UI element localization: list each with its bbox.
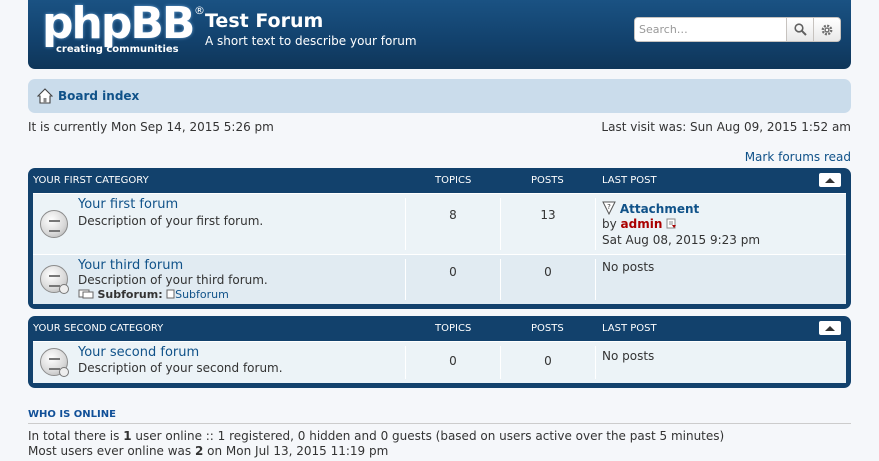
column-separator (595, 259, 596, 300)
search-box (634, 17, 841, 42)
category-title[interactable]: YOUR SECOND CATEGORY (33, 323, 163, 334)
navbar: Board index (28, 79, 851, 113)
posts-count: 0 (544, 354, 552, 368)
col-header-last-post: LAST POST (602, 175, 657, 186)
search-button[interactable] (786, 18, 813, 41)
topics-count: 0 (449, 354, 457, 368)
column-separator (595, 198, 596, 250)
site-title: Test Forum (205, 10, 324, 32)
category-header: YOUR FIRST CATEGORY TOPICS POSTS LAST PO… (33, 168, 846, 193)
online-total: In total there is 1 user online :: 1 reg… (28, 429, 724, 443)
last-post-author-link[interactable]: admin (621, 217, 663, 231)
subforum-link[interactable]: Subforum (175, 288, 229, 301)
svg-text:?: ? (607, 203, 611, 211)
forum-description: Description of your second forum. (78, 361, 283, 375)
online-record-prefix: Most users ever online was (28, 444, 195, 458)
last-post-topic-link[interactable]: Attachment (620, 202, 699, 216)
subforum-folder-icon (78, 289, 94, 299)
forum-title-link[interactable]: Your second forum (78, 345, 199, 360)
category-second: YOUR SECOND CATEGORY TOPICS POSTS LAST P… (28, 316, 851, 388)
category-first: YOUR FIRST CATEGORY TOPICS POSTS LAST PO… (28, 168, 851, 309)
view-latest-post-icon[interactable] (666, 218, 677, 229)
online-total-count: 1 (123, 429, 132, 443)
site-description: A short text to describe your forum (205, 34, 417, 48)
online-total-prefix: In total there is (28, 429, 124, 443)
collapse-category-button[interactable] (819, 173, 841, 187)
header-bar: phpBB ® creating communities Test Forum … (28, 0, 851, 69)
col-header-topics: TOPICS (435, 323, 472, 334)
last-visit: Last visit was: Sun Aug 09, 2015 1:52 am (601, 120, 851, 134)
category-title[interactable]: YOUR FIRST CATEGORY (33, 175, 149, 186)
last-post-by: by (602, 217, 617, 231)
online-record-suffix: on Mon Jul 13, 2015 11:19 pm (203, 444, 389, 458)
subforum-list: Subforum: Subforum (78, 288, 229, 301)
online-total-suffix: user online :: 1 registered, 0 hidden an… (131, 429, 725, 443)
forum-row: Your first forum Description of your fir… (33, 193, 846, 254)
col-header-topics: TOPICS (435, 175, 472, 186)
search-input[interactable] (635, 18, 785, 41)
forum-read-icon (40, 348, 69, 377)
attachment-icon: ? (602, 201, 616, 216)
last-post-info: ? Attachment (602, 201, 699, 216)
last-post-none: No posts (602, 349, 655, 363)
column-separator (500, 198, 501, 250)
forum-description: Description of your third forum. (78, 273, 268, 287)
forum-row: Your second forum Description of your se… (33, 341, 846, 383)
category-header: YOUR SECOND CATEGORY TOPICS POSTS LAST P… (33, 316, 846, 341)
col-header-last-post: LAST POST (602, 323, 657, 334)
advanced-search-button[interactable] (813, 18, 840, 41)
column-separator (405, 198, 406, 250)
last-post-none: No posts (602, 260, 655, 274)
collapse-category-button[interactable] (819, 321, 841, 335)
subforum-label: Subforum: (97, 288, 163, 301)
forum-row: Your third forum Description of your thi… (33, 254, 846, 304)
current-time: It is currently Mon Sep 14, 2015 5:26 pm (28, 120, 274, 134)
subforum-icon (166, 289, 175, 299)
forum-title-link[interactable]: Your first forum (78, 197, 178, 212)
topics-count: 0 (449, 265, 457, 279)
site-logo[interactable]: phpBB ® creating communities (42, 0, 205, 58)
search-icon (793, 23, 807, 36)
forum-read-subforum-icon (40, 265, 69, 294)
forum-title-link[interactable]: Your third forum (78, 258, 183, 273)
logo-subtitle: creating communities (56, 44, 179, 55)
posts-count: 0 (544, 265, 552, 279)
breadcrumb-board-index[interactable]: Board index (58, 89, 139, 103)
last-post-author-line: by admin (602, 217, 677, 231)
forum-read-icon (40, 210, 68, 238)
last-post-date: Sat Aug 08, 2015 9:23 pm (602, 233, 761, 247)
column-separator (595, 346, 596, 379)
home-icon[interactable] (37, 88, 53, 104)
mark-forums-read-link[interactable]: Mark forums read (745, 150, 851, 164)
col-header-posts: POSTS (531, 323, 564, 334)
posts-count: 13 (540, 208, 556, 222)
logo-registered-mark: ® (194, 4, 205, 17)
topics-count: 8 (449, 208, 457, 222)
col-header-posts: POSTS (531, 175, 564, 186)
forum-description: Description of your first forum. (78, 214, 264, 228)
who-is-online-title[interactable]: WHO IS ONLINE (28, 409, 851, 424)
logo-text: phpBB (42, 0, 195, 49)
gear-icon (821, 24, 833, 35)
online-record: Most users ever online was 2 on Mon Jul … (28, 444, 388, 458)
